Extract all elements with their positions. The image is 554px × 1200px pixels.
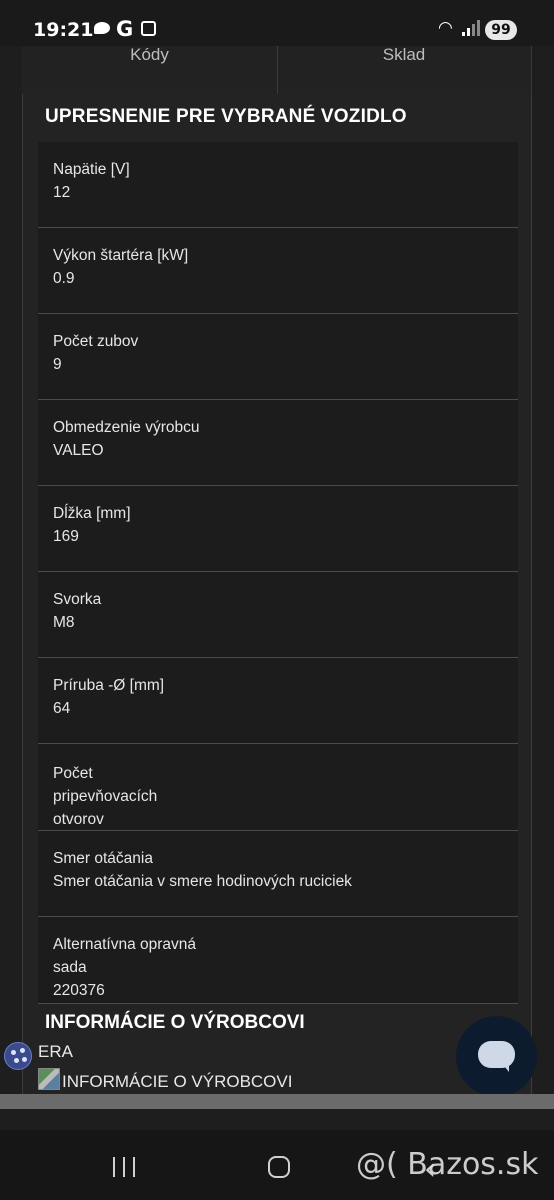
battery-icon: 99 [485,20,517,40]
chat-icon [94,22,110,34]
chat-button[interactable] [456,1016,537,1097]
spec-row: Smer otáčania Smer otáčania v smere hodi… [38,831,518,917]
tab-sklad[interactable]: Sklad [277,46,532,94]
spec-label: Alternatívna opravná sada [53,936,197,976]
spec-row: Príruba -Ø [mm] 64 [38,658,518,744]
manufacturer-title: INFORMÁCIE O VÝROBCOVI [45,1012,305,1033]
spec-row: Napätie [V] 12 [38,142,518,228]
manufacturer-logo-alt: INFORMÁCIE O VÝROBCOVI [62,1072,293,1091]
spec-label: Svorka [53,591,102,608]
spec-value: 9 [53,356,62,373]
spec-row: Počet zubov 9 [38,314,518,400]
chat-bubble-icon [478,1041,515,1068]
specs-title: UPRESNENIE PRE VYBRANÉ VOZIDLO [45,106,407,127]
spec-value: 169 [53,528,79,545]
spec-value: 12 [53,184,71,201]
recent-apps-icon[interactable] [113,1157,137,1177]
spec-value: Smer otáčania v smere hodinových rucicie… [53,873,352,890]
broken-image-icon [38,1068,60,1090]
spec-value: 220376 [53,982,105,999]
tab-label: Sklad [382,45,426,64]
status-bar: 19:21 G ◠ 99 [0,0,554,46]
spec-row: Počet pripevňovacích otvorov [38,744,518,831]
spec-value: VALEO [53,442,104,459]
manufacturer-logo: INFORMÁCIE O VÝROBCOVI [38,1068,292,1092]
spec-label: Dĺžka [mm] [53,505,131,522]
spec-label: Počet zubov [53,333,139,350]
spec-label: Počet pripevňovacích otvorov [53,765,158,828]
spec-row: Obmedzenie výrobcu VALEO [38,400,518,486]
status-time: 19:21 [33,19,94,41]
chat-bubble-tail [501,1062,509,1072]
specs-panel: UPRESNENIE PRE VYBRANÉ VOZIDLO Napätie [… [22,94,532,1094]
android-nav-bar: ‹ @( Bazos.sk [0,1130,554,1200]
home-icon[interactable] [268,1156,290,1178]
signal-icon [462,20,480,36]
tab-kody[interactable]: Kódy [22,46,278,94]
manufacturer-name: ERA [38,1042,73,1061]
specs-list: Napätie [V] 12 Výkon štartéra [kW] 0.9 P… [38,142,518,1004]
spec-label: Smer otáčania [53,850,153,867]
wifi-icon: ◠ [438,18,453,38]
spec-label: Obmedzenie výrobcu [53,419,200,436]
tab-label: Kódy [130,45,169,64]
spec-row: Dĺžka [mm] 169 [38,486,518,572]
spec-row: Výkon štartéra [kW] 0.9 [38,228,518,314]
google-icon: G [116,17,134,41]
bazos-watermark: @( Bazos.sk [356,1147,539,1182]
screenshot-icon [141,21,156,36]
spec-row: Svorka M8 [38,572,518,658]
spec-label: Napätie [V] [53,161,130,178]
page-footer-strip [0,1094,554,1109]
spec-value: M8 [53,614,75,631]
cookie-settings-icon[interactable] [4,1042,32,1070]
spec-label: Výkon štartéra [kW] [53,247,189,264]
spec-value: 64 [53,700,71,717]
tab-bar: Kódy Sklad [22,46,532,94]
spec-label: Príruba -Ø [mm] [53,677,165,694]
spec-row: Alternatívna opravná sada 220376 [38,917,518,1004]
spec-value: 0.9 [53,270,75,287]
